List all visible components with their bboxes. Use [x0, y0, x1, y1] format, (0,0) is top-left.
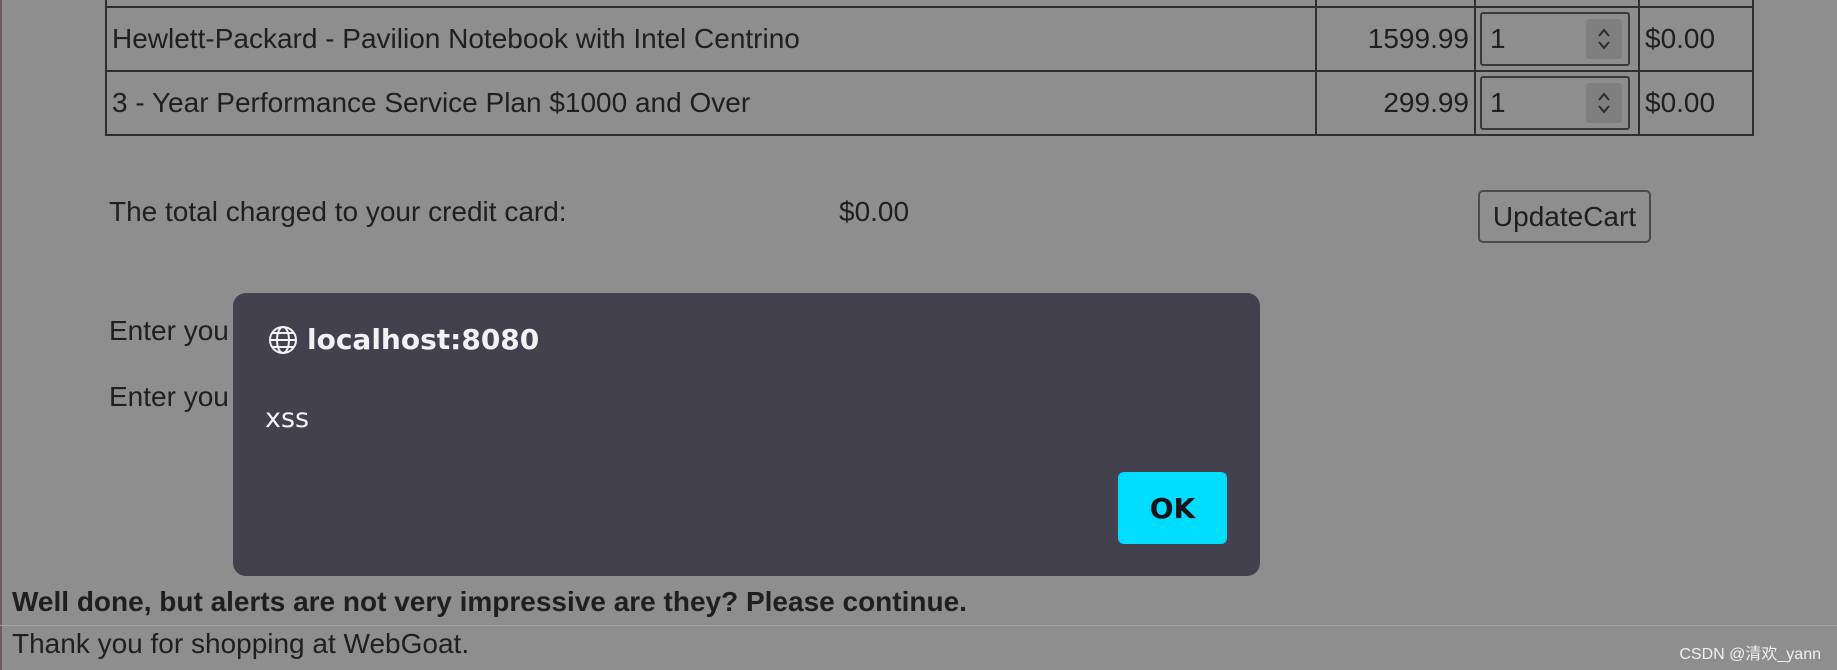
quantity-value: 1 [1490, 23, 1506, 54]
dialog-origin: localhost:8080 [307, 323, 540, 356]
divider [0, 625, 1837, 626]
page: { "cart": { "rows": [ { "description": "… [0, 0, 1837, 670]
spinner-arrows-icon[interactable] [1586, 83, 1622, 123]
item-total: $0.00 [1638, 70, 1754, 136]
table-row: Hewlett-Packard - Pavilion Notebook with… [105, 6, 1754, 72]
dialog-header: localhost:8080 [267, 323, 539, 356]
quantity-stepper[interactable]: 1 [1480, 12, 1630, 66]
item-price: 1599.99 [1315, 6, 1476, 72]
globe-icon [269, 325, 297, 354]
form-label-1: Enter you [109, 315, 229, 346]
update-cart-button[interactable]: UpdateCart [1478, 190, 1651, 243]
item-price: 299.99 [1315, 70, 1476, 136]
alert-dialog: localhost:8080 xss OK [233, 293, 1260, 576]
form-label-2: Enter you [109, 381, 229, 412]
quantity-value: 1 [1490, 87, 1506, 118]
total-label: The total charged to your credit card: [109, 196, 567, 227]
quantity-cell: 1 [1474, 70, 1640, 136]
ok-button[interactable]: OK [1118, 472, 1227, 544]
cart-table: Hewlett-Packard - Pavilion Notebook with… [105, 0, 1754, 136]
item-description: 3 - Year Performance Service Plan $1000 … [105, 70, 1317, 136]
quantity-cell: 1 [1474, 6, 1640, 72]
spinner-arrows-icon[interactable] [1586, 19, 1622, 59]
quantity-stepper[interactable]: 1 [1480, 76, 1630, 130]
table-row [105, 0, 1754, 8]
window-border [0, 0, 2, 670]
item-description: Hewlett-Packard - Pavilion Notebook with… [105, 6, 1317, 72]
total-value: $0.00 [839, 196, 910, 227]
item-total: $0.00 [1638, 6, 1754, 72]
thank-you-text: Thank you for shopping at WebGoat. [12, 628, 470, 659]
dialog-message: xss [265, 403, 310, 434]
feedback-message: Well done, but alerts are not very impre… [12, 586, 967, 617]
watermark: CSDN @清欢_yann [1679, 646, 1821, 663]
table-row: 3 - Year Performance Service Plan $1000 … [105, 70, 1754, 136]
